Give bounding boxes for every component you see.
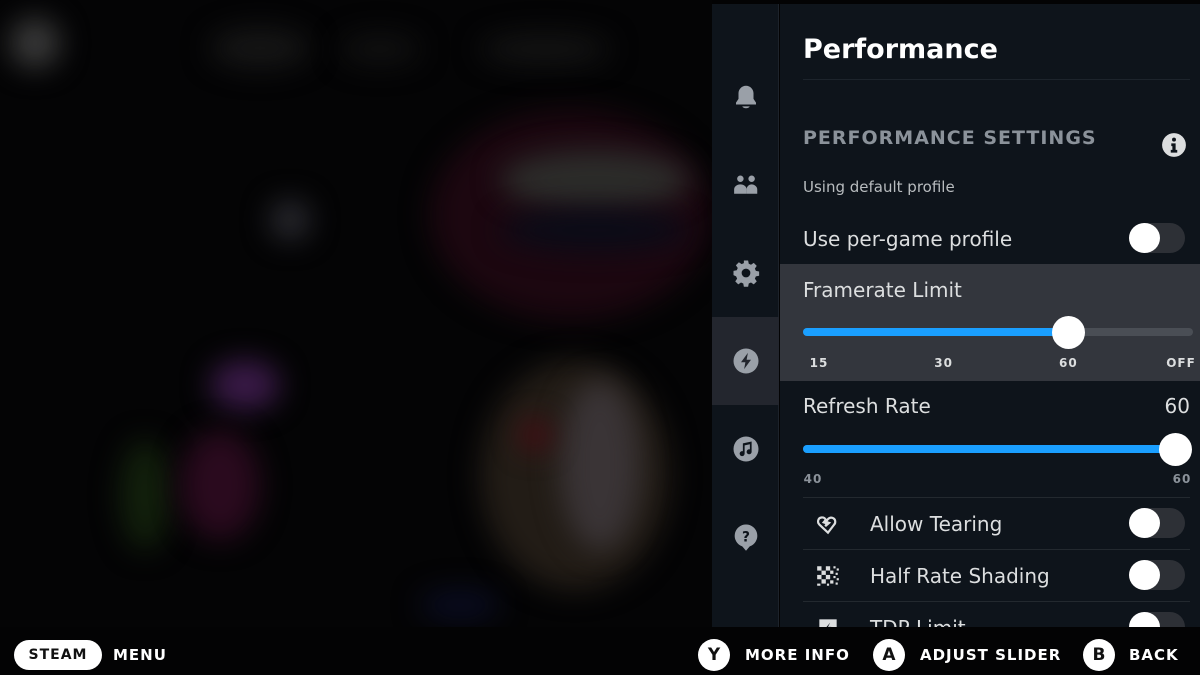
per-game-profile-label: Use per-game profile: [803, 227, 1013, 251]
blurred-shape: [10, 18, 60, 68]
svg-text:?: ?: [742, 529, 750, 545]
button-hint-bar: STEAM MENU Y MORE INFO A ADJUST SLIDER B…: [0, 627, 1200, 675]
quick-access-rail: ?: [712, 4, 779, 627]
tick-label: 15: [809, 356, 829, 370]
refresh-rate-slider[interactable]: [803, 433, 1192, 466]
tick-label: 60: [1058, 356, 1078, 370]
refresh-min-label: 40: [803, 472, 823, 486]
back-label: BACK: [1129, 646, 1179, 664]
half-rate-shading-toggle[interactable]: [1129, 560, 1185, 590]
y-button-icon[interactable]: Y: [698, 639, 730, 671]
blurred-shape: [420, 590, 500, 620]
rail-item-performance[interactable]: [712, 317, 779, 405]
help-icon: ?: [734, 524, 757, 551]
profile-status: Using default profile: [803, 178, 955, 196]
tick-label: 30: [934, 356, 954, 370]
rail-item-settings[interactable]: [712, 229, 779, 317]
b-button-icon[interactable]: B: [1083, 639, 1115, 671]
divider: [803, 549, 1190, 550]
tdp-limit-label: TDP Limit: [870, 616, 966, 627]
blurred-shape: [520, 420, 550, 450]
blurred-shape: [210, 28, 310, 68]
a-button-icon[interactable]: A: [873, 639, 905, 671]
half-rate-shading-label: Half Rate Shading: [870, 564, 1050, 588]
info-icon[interactable]: [1161, 132, 1187, 158]
blurred-shape: [120, 440, 170, 550]
blurred-shape: [500, 150, 690, 210]
slider-thumb[interactable]: [1159, 433, 1192, 466]
refresh-rate-value: 60: [1164, 394, 1190, 418]
blurred-shape: [210, 360, 280, 410]
toggle-knob: [1129, 560, 1160, 590]
rail-item-help[interactable]: ?: [712, 493, 779, 581]
framerate-limit-slider[interactable]: [803, 316, 1193, 349]
rail-item-friends[interactable]: [712, 141, 779, 229]
steam-button[interactable]: STEAM: [14, 640, 102, 670]
toggle-knob: [1129, 508, 1160, 538]
rail-item-music[interactable]: [712, 405, 779, 493]
blurred-shape: [180, 430, 260, 540]
blurred-shape: [480, 34, 610, 64]
divider: [803, 497, 1190, 498]
blurred-shape: [340, 34, 420, 64]
menu-label: MENU: [113, 646, 167, 664]
blurred-shape: [500, 210, 690, 250]
toggle-knob: [1129, 223, 1160, 253]
checkerboard-icon: [817, 566, 839, 586]
refresh-rate-label: Refresh Rate: [803, 394, 931, 418]
slider-thumb[interactable]: [1052, 316, 1086, 349]
divider: [803, 601, 1190, 602]
blurred-library-background: [0, 0, 712, 627]
slider-fill: [803, 328, 1069, 336]
toggle-knob: [1129, 612, 1160, 627]
framerate-limit-label: Framerate Limit: [803, 278, 962, 302]
chip-icon: [819, 619, 837, 627]
music-note-icon: [733, 436, 758, 462]
lightning-icon: [733, 348, 758, 374]
title-divider: [803, 79, 1190, 80]
performance-panel: Performance PERFORMANCE SETTINGS Using d…: [780, 4, 1200, 627]
gear-icon: [733, 260, 759, 287]
friends-icon: [733, 175, 757, 194]
blurred-shape: [270, 200, 310, 240]
page-title: Performance: [803, 34, 998, 65]
per-game-profile-toggle[interactable]: [1129, 223, 1185, 253]
blurred-shape: [560, 380, 640, 550]
allow-tearing-label: Allow Tearing: [870, 512, 1003, 536]
tick-label: OFF: [1166, 356, 1196, 370]
refresh-max-label: 60: [1172, 472, 1192, 486]
framerate-limit-row[interactable]: Framerate Limit 15 30 60 OFF: [780, 264, 1200, 381]
more-info-label: MORE INFO: [745, 646, 850, 664]
tearing-heart-icon: [816, 516, 837, 535]
rail-item-notifications[interactable]: [712, 53, 779, 141]
section-heading: PERFORMANCE SETTINGS: [803, 127, 1097, 149]
slider-fill: [803, 445, 1175, 453]
bell-icon: [735, 85, 756, 109]
tdp-limit-toggle[interactable]: [1129, 612, 1185, 627]
allow-tearing-toggle[interactable]: [1129, 508, 1185, 538]
adjust-slider-label: ADJUST SLIDER: [920, 646, 1062, 664]
